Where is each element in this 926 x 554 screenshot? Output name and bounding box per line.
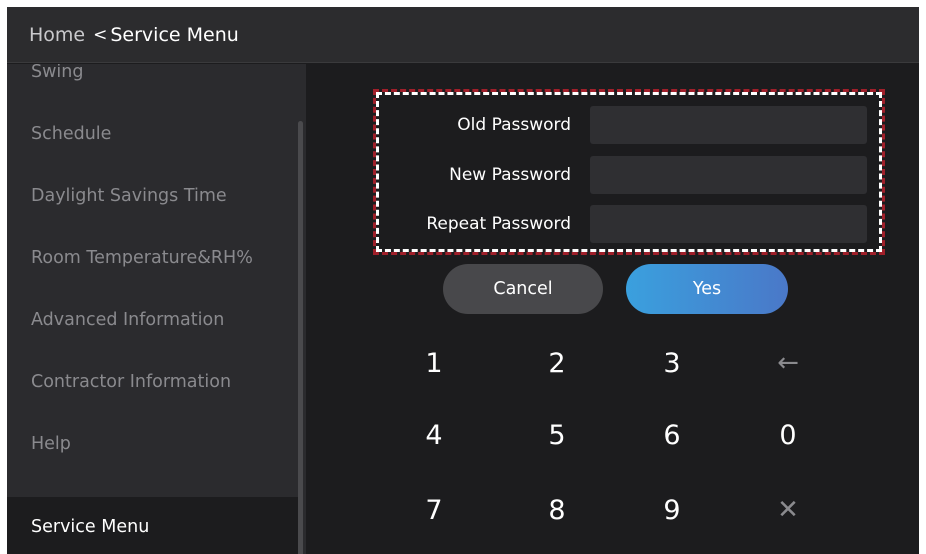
repeat-password-label: Repeat Password	[426, 214, 571, 234]
key-8[interactable]: 8	[522, 482, 592, 538]
yes-button[interactable]: Yes	[626, 264, 788, 314]
old-password-row: Old Password	[376, 106, 888, 144]
sidebar-scrollbar[interactable]	[298, 121, 303, 554]
header-bar: Home < Service Menu	[7, 7, 919, 63]
key-7[interactable]: 7	[399, 482, 469, 538]
key-0[interactable]: 0	[753, 407, 823, 463]
back-chevron-icon[interactable]: <	[93, 25, 107, 45]
clear-icon[interactable]: ✕	[753, 482, 823, 538]
key-4[interactable]: 4	[399, 407, 469, 463]
key-1[interactable]: 1	[399, 335, 469, 391]
key-9[interactable]: 9	[637, 482, 707, 538]
old-password-label: Old Password	[457, 115, 571, 135]
key-6[interactable]: 6	[637, 407, 707, 463]
sidebar-item-contractor-information[interactable]: Contractor Information	[7, 351, 299, 413]
sidebar-item-advanced-information[interactable]: Advanced Information	[7, 289, 299, 351]
old-password-field[interactable]	[590, 106, 867, 144]
home-link[interactable]: Home	[29, 24, 85, 46]
thermostat-screen: Home < Service Menu Swing Schedule Dayli…	[7, 7, 919, 554]
key-3[interactable]: 3	[637, 335, 707, 391]
sidebar: Swing Schedule Daylight Savings Time Roo…	[7, 64, 306, 554]
backspace-icon[interactable]: ←	[753, 335, 823, 391]
key-2[interactable]: 2	[522, 335, 592, 391]
new-password-label: New Password	[449, 165, 571, 185]
sidebar-item-schedule[interactable]: Schedule	[7, 103, 299, 165]
key-5[interactable]: 5	[522, 407, 592, 463]
sidebar-item-help[interactable]: Help	[7, 413, 299, 475]
new-password-field[interactable]	[590, 156, 867, 194]
sidebar-item-service-menu[interactable]: Service Menu	[7, 497, 299, 554]
sidebar-item-swing[interactable]: Swing	[7, 64, 299, 103]
new-password-row: New Password	[376, 156, 888, 194]
sidebar-item-daylight-savings[interactable]: Daylight Savings Time	[7, 165, 299, 227]
sidebar-item-room-temperature[interactable]: Room Temperature&RH%	[7, 227, 299, 289]
repeat-password-row: Repeat Password	[376, 205, 888, 243]
cancel-button[interactable]: Cancel	[443, 264, 603, 314]
page-title: Service Menu	[110, 23, 239, 46]
repeat-password-field[interactable]	[590, 205, 867, 243]
password-form: Old Password New Password Repeat Passwor…	[373, 89, 885, 255]
